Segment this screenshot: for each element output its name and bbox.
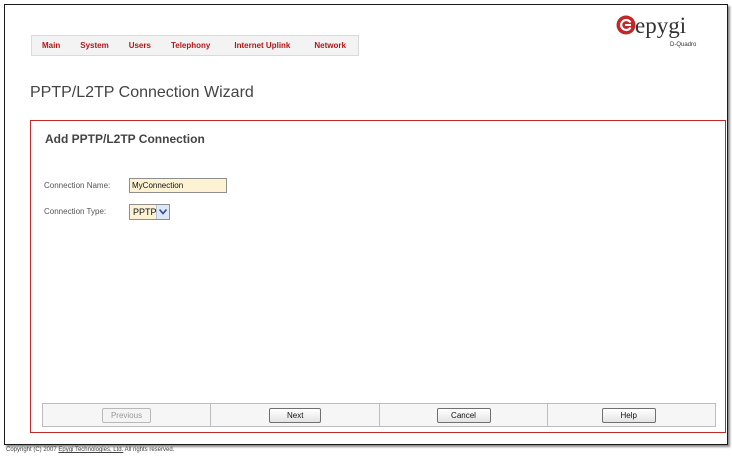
button-cell-next: Next bbox=[211, 404, 380, 426]
page-title: PPTP/L2TP Connection Wizard bbox=[30, 84, 254, 101]
epygi-logo-icon bbox=[616, 15, 636, 35]
copyright-suffix: All rights reserved. bbox=[124, 447, 175, 453]
wizard-panel: Add PPTP/L2TP Connection Connection Name… bbox=[30, 120, 726, 433]
wizard-button-bar: Previous Next Cancel Help bbox=[42, 403, 716, 427]
window-frame: Main System Users Telephony Internet Upl… bbox=[4, 4, 728, 445]
product-name: D-Quadro bbox=[670, 42, 697, 48]
menu-item-main[interactable]: Main bbox=[32, 36, 70, 55]
menu-item-network[interactable]: Network bbox=[304, 36, 358, 55]
connection-type-select[interactable]: PPTP bbox=[129, 204, 170, 220]
footer-copyright: Copyright (C) 2007 Epygi Technologies, L… bbox=[6, 447, 174, 453]
chevron-down-icon bbox=[159, 209, 167, 215]
panel-title: Add PPTP/L2TP Connection bbox=[45, 132, 205, 146]
menu-item-internet-uplink[interactable]: Internet Uplink bbox=[224, 36, 304, 55]
connection-name-label: Connection Name: bbox=[44, 181, 111, 190]
copyright-prefix: Copyright (C) 2007 bbox=[6, 447, 57, 453]
button-cell-previous: Previous bbox=[43, 404, 212, 426]
select-dropdown-button[interactable] bbox=[156, 205, 169, 219]
connection-name-field[interactable]: MyConnection bbox=[129, 178, 227, 193]
cancel-button[interactable]: Cancel bbox=[436, 408, 491, 423]
previous-button[interactable]: Previous bbox=[102, 408, 151, 423]
brand-logo: epygi D-Quadro bbox=[616, 13, 706, 53]
button-cell-cancel: Cancel bbox=[380, 404, 548, 426]
connection-type-label: Connection Type: bbox=[44, 207, 107, 216]
logo-text: epygi bbox=[635, 13, 687, 38]
help-button[interactable]: Help bbox=[601, 408, 656, 423]
company-link[interactable]: Epygi Technologies, Ltd. bbox=[58, 447, 123, 453]
main-menu: Main System Users Telephony Internet Upl… bbox=[31, 35, 359, 56]
menu-item-system[interactable]: System bbox=[70, 36, 118, 55]
button-cell-help: Help bbox=[548, 404, 715, 426]
menu-item-users[interactable]: Users bbox=[119, 36, 161, 55]
connection-type-value: PPTP bbox=[133, 207, 157, 217]
menu-item-telephony[interactable]: Telephony bbox=[161, 36, 224, 55]
next-button[interactable]: Next bbox=[269, 408, 322, 423]
